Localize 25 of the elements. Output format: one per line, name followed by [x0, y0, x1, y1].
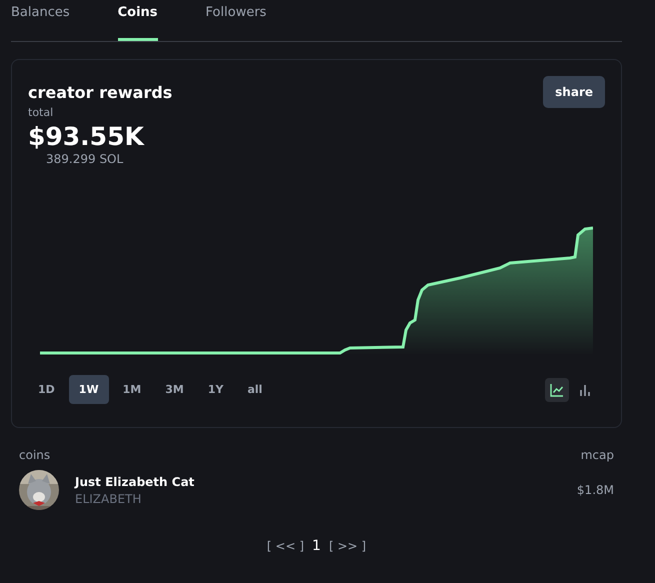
- next-page-link[interactable]: [ >> ]: [328, 539, 366, 553]
- period-button[interactable]: 1D: [28, 375, 65, 404]
- card-title: creator rewards: [28, 82, 172, 102]
- total-value: $93.55K: [28, 122, 146, 151]
- total-label: total: [28, 106, 54, 119]
- mcap-header: mcap: [580, 448, 614, 462]
- tab[interactable]: Coins: [118, 0, 158, 41]
- period-button[interactable]: 3M: [155, 375, 194, 404]
- bar-chart-icon: [578, 382, 592, 396]
- tab[interactable]: Followers: [206, 0, 266, 36]
- period-button[interactable]: all: [237, 375, 272, 404]
- coin-mcap: $1.8M: [576, 483, 614, 497]
- coin-ticker: ELIZABETH: [75, 492, 142, 506]
- period-button[interactable]: 1M: [112, 375, 152, 404]
- line-chart-icon: [550, 382, 564, 396]
- coin-name[interactable]: Just Elizabeth Cat: [75, 474, 561, 488]
- page-number: 1: [312, 538, 321, 554]
- period-button[interactable]: 1Y: [198, 375, 234, 404]
- previous-page-link[interactable]: [ << ]: [266, 539, 304, 553]
- period-button[interactable]: 1W: [68, 375, 109, 404]
- sol-value: 389.299 SOL: [46, 152, 124, 166]
- share-button[interactable]: share: [543, 76, 605, 108]
- line-chart-button[interactable]: [545, 378, 569, 402]
- coins-header: coins: [19, 448, 50, 462]
- tab[interactable]: Balances: [11, 0, 70, 36]
